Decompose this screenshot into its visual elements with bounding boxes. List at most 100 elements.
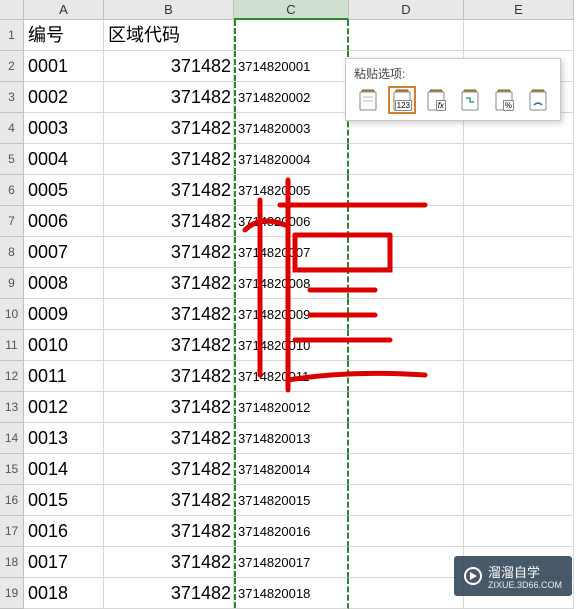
row-header[interactable]: 16 [0, 485, 24, 516]
paste-formulas-icon[interactable]: fx [422, 86, 450, 114]
cell[interactable]: 371482 [104, 51, 234, 82]
cell[interactable] [349, 578, 464, 609]
cell[interactable]: 0017 [24, 547, 104, 578]
cell[interactable]: 3714820005 [234, 175, 349, 206]
cell[interactable]: 0011 [24, 361, 104, 392]
cell[interactable]: 371482 [104, 516, 234, 547]
paste-link-icon[interactable] [524, 86, 552, 114]
cell[interactable]: 3714820008 [234, 268, 349, 299]
cell[interactable]: 371482 [104, 330, 234, 361]
cell[interactable]: 3714820013 [234, 423, 349, 454]
cell[interactable]: 3714820015 [234, 485, 349, 516]
paste-keep-source-icon[interactable] [354, 86, 382, 114]
cell[interactable] [464, 330, 574, 361]
cell[interactable]: 0005 [24, 175, 104, 206]
cell[interactable]: 371482 [104, 547, 234, 578]
cell[interactable] [349, 175, 464, 206]
cell[interactable]: 0004 [24, 144, 104, 175]
cell[interactable] [464, 20, 574, 51]
row-header[interactable]: 14 [0, 423, 24, 454]
cell[interactable] [349, 330, 464, 361]
cell[interactable] [464, 392, 574, 423]
cell[interactable]: 0013 [24, 423, 104, 454]
row-header[interactable]: 11 [0, 330, 24, 361]
col-header-c[interactable]: C [234, 0, 349, 20]
cell[interactable]: 3714820004 [234, 144, 349, 175]
cell[interactable]: 3714820012 [234, 392, 349, 423]
cell[interactable]: 3714820007 [234, 237, 349, 268]
cell[interactable] [349, 206, 464, 237]
cell[interactable]: 3714820014 [234, 454, 349, 485]
cell[interactable] [349, 268, 464, 299]
row-header[interactable]: 19 [0, 578, 24, 609]
cell[interactable]: 3714820017 [234, 547, 349, 578]
cell[interactable]: 0015 [24, 485, 104, 516]
cell[interactable] [349, 485, 464, 516]
row-header[interactable]: 6 [0, 175, 24, 206]
row-header[interactable]: 1 [0, 20, 24, 51]
cell[interactable]: 0008 [24, 268, 104, 299]
cell[interactable]: 3714820009 [234, 299, 349, 330]
cell[interactable]: 0014 [24, 454, 104, 485]
row-header[interactable]: 17 [0, 516, 24, 547]
cell[interactable]: 371482 [104, 206, 234, 237]
cell[interactable]: 371482 [104, 82, 234, 113]
cell[interactable]: 371482 [104, 144, 234, 175]
cell[interactable] [349, 144, 464, 175]
cell[interactable]: 3714820010 [234, 330, 349, 361]
cell[interactable] [349, 423, 464, 454]
header-cell-region[interactable]: 区域代码 [104, 20, 234, 51]
cell[interactable] [464, 485, 574, 516]
cell[interactable]: 3714820006 [234, 206, 349, 237]
col-header-d[interactable]: D [349, 0, 464, 20]
row-header[interactable]: 5 [0, 144, 24, 175]
select-all-corner[interactable] [0, 0, 24, 20]
cell[interactable] [349, 516, 464, 547]
cell[interactable]: 0007 [24, 237, 104, 268]
cell[interactable] [464, 206, 574, 237]
cell[interactable]: 371482 [104, 299, 234, 330]
cell[interactable] [464, 361, 574, 392]
paste-values-icon[interactable]: 123 [388, 86, 416, 114]
cell[interactable]: 0003 [24, 113, 104, 144]
cell[interactable] [464, 516, 574, 547]
cell[interactable]: 0001 [24, 51, 104, 82]
cell[interactable] [464, 144, 574, 175]
cell[interactable] [349, 547, 464, 578]
row-header[interactable]: 2 [0, 51, 24, 82]
cell[interactable] [464, 299, 574, 330]
paste-formatting-icon[interactable]: % [490, 86, 518, 114]
cell[interactable] [464, 454, 574, 485]
col-header-a[interactable]: A [24, 0, 104, 20]
cell[interactable]: 371482 [104, 578, 234, 609]
row-header[interactable]: 9 [0, 268, 24, 299]
col-header-e[interactable]: E [464, 0, 574, 20]
cell[interactable]: 0009 [24, 299, 104, 330]
cell[interactable]: 0012 [24, 392, 104, 423]
cell[interactable]: 0006 [24, 206, 104, 237]
col-header-b[interactable]: B [104, 0, 234, 20]
cell[interactable]: 371482 [104, 113, 234, 144]
row-header[interactable]: 8 [0, 237, 24, 268]
cell[interactable] [349, 237, 464, 268]
cell[interactable] [464, 268, 574, 299]
cell[interactable]: 0010 [24, 330, 104, 361]
cell[interactable] [464, 237, 574, 268]
row-header[interactable]: 18 [0, 547, 24, 578]
cell[interactable]: 3714820003 [234, 113, 349, 144]
row-header[interactable]: 4 [0, 113, 24, 144]
cell[interactable]: 0016 [24, 516, 104, 547]
cell[interactable]: 0018 [24, 578, 104, 609]
row-header[interactable]: 15 [0, 454, 24, 485]
cell[interactable]: 371482 [104, 268, 234, 299]
header-cell-id[interactable]: 编号 [24, 20, 104, 51]
cell[interactable]: 371482 [104, 423, 234, 454]
cell[interactable]: 371482 [104, 175, 234, 206]
cell[interactable]: 3714820002 [234, 82, 349, 113]
row-header[interactable]: 13 [0, 392, 24, 423]
cell[interactable]: 3714820016 [234, 516, 349, 547]
cell[interactable] [349, 20, 464, 51]
cell[interactable]: 371482 [104, 392, 234, 423]
row-header[interactable]: 7 [0, 206, 24, 237]
cell[interactable]: 371482 [104, 237, 234, 268]
